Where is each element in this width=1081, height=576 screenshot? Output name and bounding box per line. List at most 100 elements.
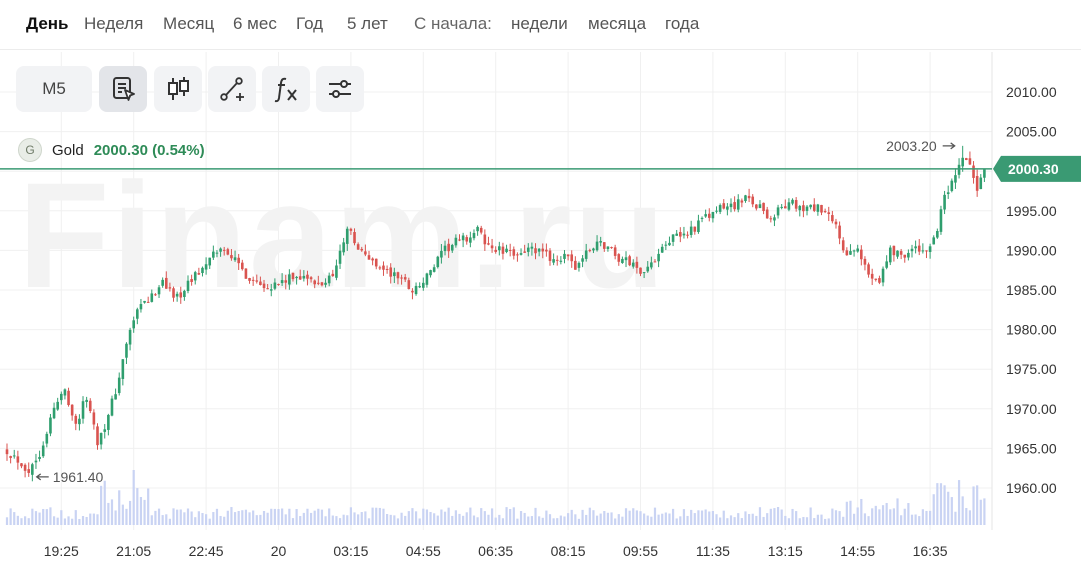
candle[interactable] [711,211,715,223]
candle[interactable] [961,145,964,172]
candle[interactable] [769,215,773,223]
candle[interactable] [972,161,975,184]
candle[interactable] [932,235,936,245]
candle[interactable] [838,221,841,245]
candle[interactable] [99,432,103,450]
candle[interactable] [892,245,896,262]
candle[interactable] [34,453,38,469]
candle[interactable] [81,396,85,424]
candle[interactable] [925,250,928,259]
candle[interactable] [936,228,939,239]
candle[interactable] [107,413,110,436]
candle[interactable] [968,151,972,166]
candle[interactable] [852,249,856,257]
candle[interactable] [914,240,917,254]
candle[interactable] [125,342,128,364]
candle[interactable] [765,206,769,219]
candle[interactable] [773,214,776,227]
candle[interactable] [888,245,892,266]
candle[interactable] [816,203,820,216]
candle[interactable] [49,413,52,437]
candle[interactable] [52,402,56,420]
candle[interactable] [121,359,125,386]
candle[interactable] [975,169,979,197]
candle[interactable] [787,198,791,212]
candle[interactable] [45,431,49,448]
candle[interactable] [23,463,27,478]
candle[interactable] [812,198,816,213]
candle[interactable] [834,218,838,229]
candle[interactable] [675,229,678,236]
candle[interactable] [946,185,950,199]
candle[interactable] [85,396,88,408]
candle[interactable] [686,231,689,239]
candle[interactable] [903,254,907,263]
candle[interactable] [92,409,96,430]
candle[interactable] [27,462,31,477]
candle[interactable] [74,413,78,431]
candle[interactable] [697,214,700,234]
candle[interactable] [831,210,834,224]
candle[interactable] [103,424,107,439]
candle[interactable] [117,372,121,396]
candle[interactable] [780,203,783,210]
candle[interactable] [5,443,9,461]
candle[interactable] [755,204,758,211]
candle[interactable] [132,316,135,333]
candle[interactable] [863,256,867,271]
candle[interactable] [78,414,81,431]
candle[interactable] [983,168,986,183]
candle[interactable] [849,244,852,255]
settings-button[interactable] [316,66,364,112]
candle[interactable] [950,178,954,193]
candle[interactable] [726,203,729,216]
candle[interactable] [751,194,755,208]
candle[interactable] [917,238,921,256]
candle[interactable] [718,203,722,215]
candle[interactable] [758,200,762,209]
candle[interactable] [70,404,74,421]
candle[interactable] [128,327,132,351]
candle[interactable] [88,398,92,414]
chart-type-button[interactable] [154,66,202,112]
interval-button[interactable]: M5 [16,66,92,112]
candle[interactable] [693,226,697,235]
candle[interactable] [56,397,59,411]
candle[interactable] [244,268,248,279]
candle[interactable] [939,205,943,235]
candle[interactable] [736,194,740,213]
candle[interactable] [856,244,859,253]
candle[interactable] [820,204,823,216]
candle[interactable] [679,227,682,243]
candle[interactable] [802,200,805,218]
candle[interactable] [682,226,686,239]
candle[interactable] [67,387,70,407]
candle[interactable] [910,244,914,258]
candle[interactable] [896,250,899,259]
candle[interactable] [9,455,12,464]
candle[interactable] [860,245,863,266]
candle[interactable] [809,204,812,210]
instrument-name[interactable]: Gold [52,142,84,159]
candle[interactable] [31,462,34,482]
candle[interactable] [805,205,809,216]
candle[interactable] [921,243,925,254]
indicators-button[interactable] [99,66,147,112]
candle[interactable] [628,254,631,267]
candle[interactable] [671,234,675,247]
candle[interactable] [16,450,20,470]
candle[interactable] [63,388,67,400]
candle[interactable] [60,391,63,405]
candle[interactable] [114,388,117,400]
candle[interactable] [136,307,139,325]
candle[interactable] [740,198,744,208]
candle[interactable] [885,255,888,270]
candle[interactable] [707,208,711,222]
candle[interactable] [96,423,99,450]
candle[interactable] [689,220,693,238]
candle[interactable] [12,449,16,459]
candle[interactable] [700,216,704,223]
candle[interactable] [928,243,932,259]
candle[interactable] [762,202,765,215]
candle[interactable] [668,236,671,246]
